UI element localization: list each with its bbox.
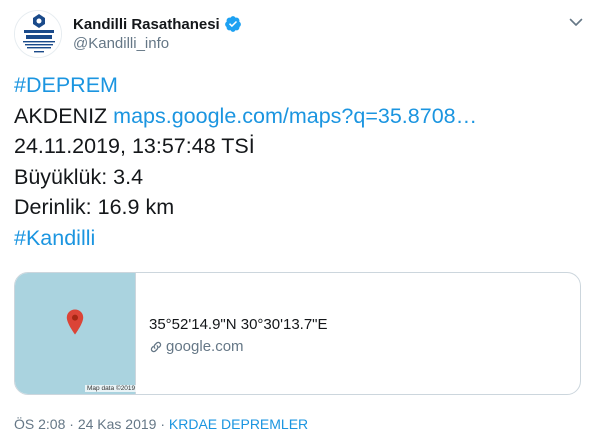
meta-separator: · [160,416,166,432]
map-thumbnail: Map data ©2019 [15,273,138,394]
location-text: AKDENIZ [14,103,108,128]
card-title: 35°52'14.9"N 30°30'13.7"E [149,316,328,333]
tweet-meta: ÖS 2:08 · 24 Kas 2019 · KRDAE DEPREMLER [14,416,308,432]
card-domain: google.com [149,338,580,355]
link-card[interactable]: Map data ©2019 35°52'14.9"N 30°30'13.7"E… [14,272,581,395]
meta-separator: · [69,416,74,432]
card-domain-label: google.com [166,338,244,355]
map-pin-icon [66,309,84,335]
tweet: Kandilli Rasathanesi @Kandilli_info #DEP… [0,0,598,440]
datetime-text: 24.11.2019, 13:57:48 TSİ [14,134,255,158]
tweet-time[interactable]: ÖS 2:08 [14,416,65,432]
map-credit: Map data ©2019 [85,385,138,392]
kandilli-logo-icon [15,11,61,57]
display-name[interactable]: Kandilli Rasathanesi [73,16,220,33]
tweet-date[interactable]: 24 Kas 2019 [78,416,157,432]
magnitude-text: Büyüklük: 3.4 [14,164,144,189]
author-row[interactable]: Kandilli Rasathanesi [73,13,242,35]
tweet-source[interactable]: KRDAE DEPREMLER [169,416,308,432]
maps-link[interactable]: maps.google.com/maps?q=35.8708… [113,104,477,128]
user-handle[interactable]: @Kandilli_info [73,35,169,52]
depth-text: Derinlik: 16.9 km [14,195,175,219]
tweet-text: #DEPREM AKDENIZ maps.google.com/maps?q=3… [14,70,589,253]
card-body: 35°52'14.9"N 30°30'13.7"E google.com [136,273,580,394]
link-icon [150,341,162,352]
avatar[interactable] [14,10,62,58]
hashtag-kandilli[interactable]: #Kandilli [14,226,95,250]
chevron-down-icon[interactable] [568,14,584,30]
verified-badge-icon [224,15,242,33]
hashtag-deprem[interactable]: #DEPREM [14,73,118,97]
